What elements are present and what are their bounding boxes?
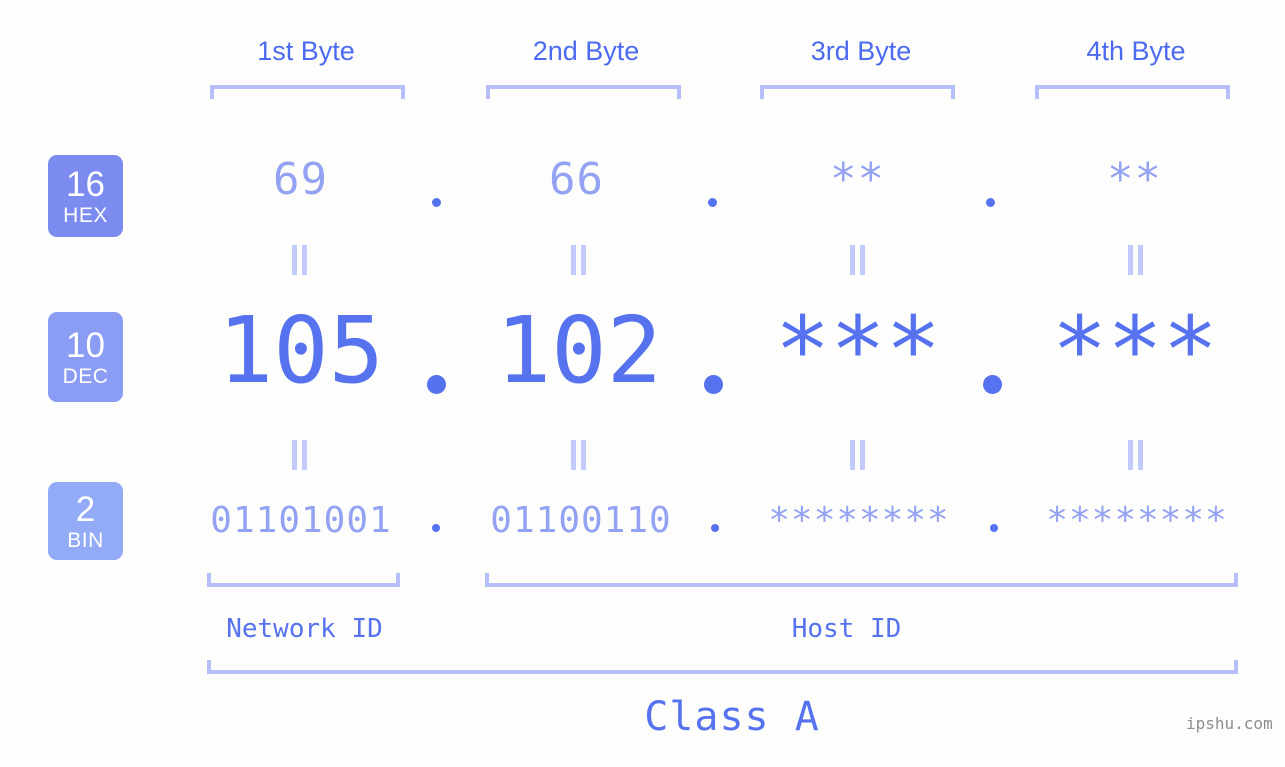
base-badge-dec-number: 10 <box>66 325 105 365</box>
network-id-label: Network ID <box>226 614 383 644</box>
base-badge-bin: 2 BIN <box>48 482 123 560</box>
dec-separator-1 <box>427 375 446 394</box>
equals-icon-dec-bin-3 <box>849 440 867 470</box>
dec-separator-2 <box>704 375 723 394</box>
dec-byte-1: 105 <box>217 297 385 404</box>
bin-byte-3: ******** <box>768 500 950 541</box>
base-badge-hex-name: HEX <box>63 203 108 227</box>
network-id-bracket <box>207 573 400 587</box>
host-id-label: Host ID <box>791 614 902 644</box>
equals-icon-dec-bin-2 <box>570 440 588 470</box>
base-badge-dec-name: DEC <box>62 364 109 388</box>
equals-icon-hex-dec-3 <box>849 245 867 275</box>
byte-header-2: 2nd Byte <box>532 36 640 66</box>
bin-separator-2 <box>711 524 719 532</box>
bin-separator-3 <box>990 524 998 532</box>
byte-header-4: 4th Byte <box>1086 36 1186 66</box>
dec-byte-3: *** <box>774 297 942 404</box>
byte-bracket-top-2 <box>486 85 681 99</box>
host-id-bracket <box>485 573 1238 587</box>
hex-separator-3 <box>986 198 995 207</box>
dec-byte-4: *** <box>1051 297 1219 404</box>
bin-byte-2: 01100110 <box>490 500 672 541</box>
equals-icon-hex-dec-4 <box>1127 245 1145 275</box>
base-badge-dec: 10 DEC <box>48 312 123 402</box>
hex-byte-2: 66 <box>549 154 604 205</box>
hex-byte-1: 69 <box>273 154 328 205</box>
hex-byte-3: ** <box>830 154 885 205</box>
equals-icon-hex-dec-2 <box>570 245 588 275</box>
base-badge-hex-number: 16 <box>66 164 105 204</box>
dec-separator-3 <box>983 375 1002 394</box>
hex-separator-2 <box>708 198 717 207</box>
equals-icon-dec-bin-4 <box>1127 440 1145 470</box>
bin-separator-1 <box>432 524 440 532</box>
class-bracket <box>207 660 1238 674</box>
equals-icon-dec-bin-1 <box>291 440 309 470</box>
base-badge-bin-name: BIN <box>67 528 104 552</box>
equals-icon-hex-dec-1 <box>291 245 309 275</box>
dec-byte-2: 102 <box>495 297 663 404</box>
hex-separator-1 <box>432 198 441 207</box>
ip-breakdown-diagram: 1st Byte 2nd Byte 3rd Byte 4th Byte 16 H… <box>0 0 1285 767</box>
bin-byte-4: ******** <box>1046 500 1228 541</box>
base-badge-bin-number: 2 <box>75 489 96 529</box>
byte-bracket-top-1 <box>210 85 405 99</box>
class-label: Class A <box>644 694 820 740</box>
byte-bracket-top-3 <box>760 85 955 99</box>
byte-header-3: 3rd Byte <box>810 36 912 66</box>
byte-header-1: 1st Byte <box>257 36 355 66</box>
hex-byte-4: ** <box>1107 154 1162 205</box>
site-watermark: ipshu.com <box>1186 714 1273 733</box>
byte-bracket-top-4 <box>1035 85 1230 99</box>
bin-byte-1: 01101001 <box>210 500 392 541</box>
base-badge-hex: 16 HEX <box>48 155 123 237</box>
